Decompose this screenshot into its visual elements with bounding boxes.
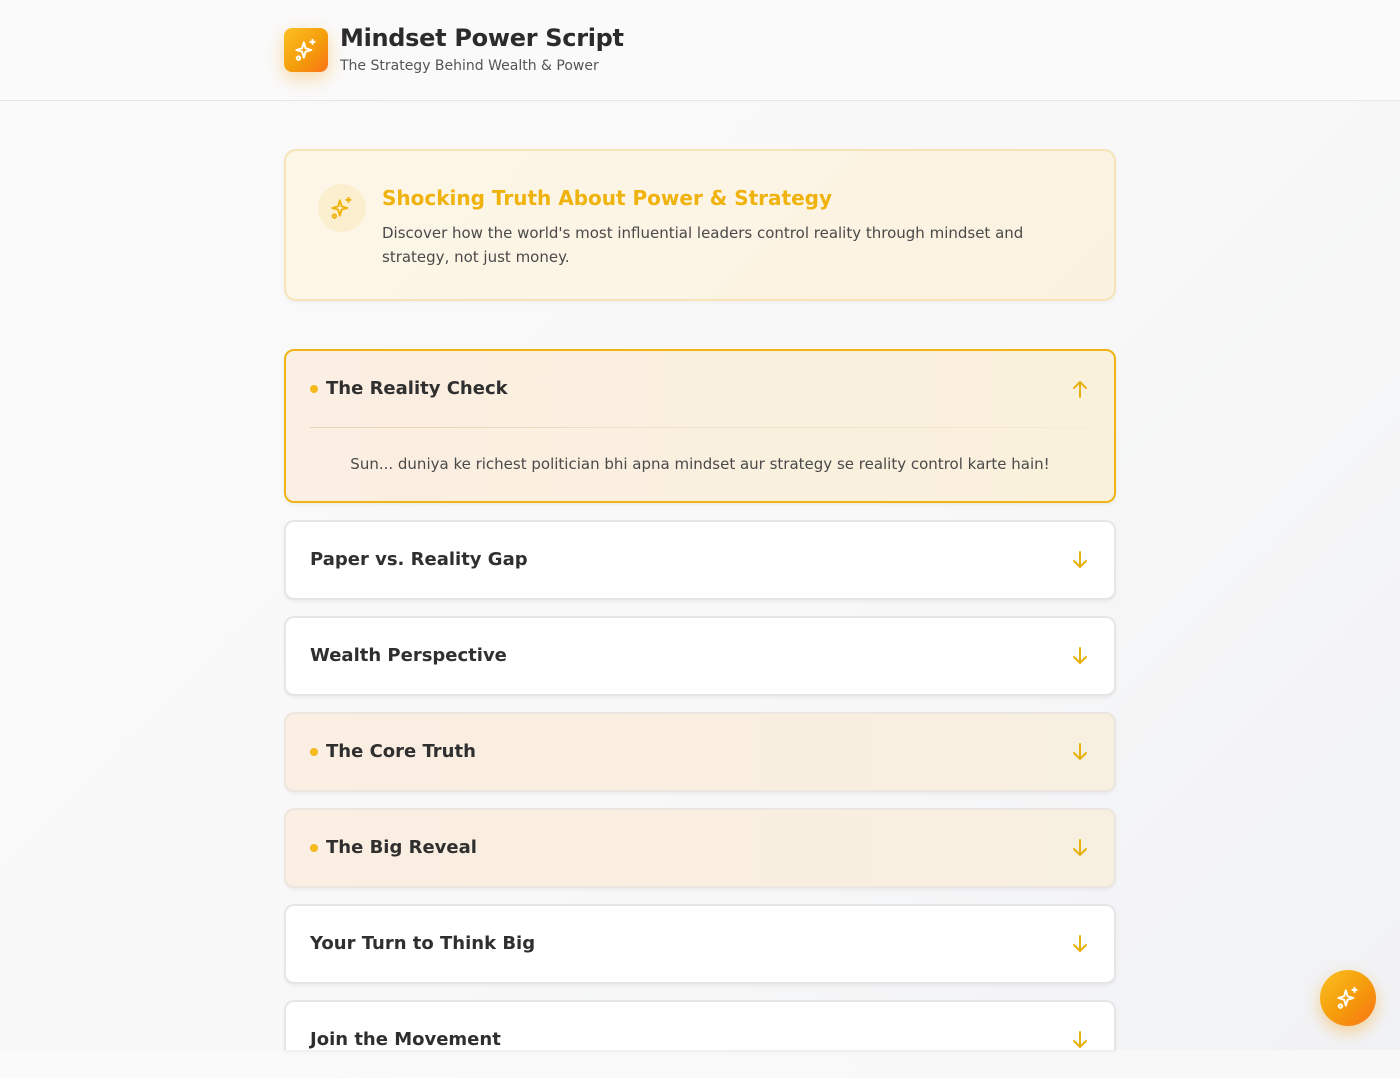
sparkles-icon (1337, 986, 1358, 1009)
arrow-down-icon[interactable] (1070, 933, 1090, 955)
arrow-down-icon[interactable] (1070, 741, 1090, 763)
section-paper-vs-reality[interactable]: Paper vs. Reality Gap (284, 520, 1116, 600)
intro-text: Discover how the world's most influentia… (382, 224, 1024, 266)
arrow-down-icon[interactable] (1070, 645, 1090, 667)
section-header[interactable]: Wealth Perspective (286, 618, 1114, 694)
section-title: Join the Movement (310, 1029, 501, 1050)
arrow-down-icon[interactable] (1070, 837, 1090, 859)
section-title: Your Turn to Think Big (310, 933, 536, 954)
app-logo (284, 28, 328, 72)
sparkles-icon (295, 38, 316, 61)
section-wealth-perspective[interactable]: Wealth Perspective (284, 616, 1116, 696)
arrow-up-icon[interactable] (1070, 378, 1090, 400)
section-join-movement[interactable]: Join the Movement (284, 1000, 1116, 1050)
intro-icon-badge (318, 184, 366, 232)
intro-card: Shocking Truth About Power & Strategy Di… (284, 149, 1116, 301)
section-think-big[interactable]: Your Turn to Think Big (284, 904, 1116, 984)
section-divider (310, 427, 1090, 428)
floating-action-button[interactable] (1320, 970, 1376, 1026)
section-title: The Big Reveal (326, 837, 477, 858)
section-header[interactable]: The Core Truth (286, 714, 1114, 790)
section-header[interactable]: The Big Reveal (286, 810, 1114, 886)
section-body: Sun... duniya ke richest politician bhi … (350, 455, 1050, 473)
section-core-truth[interactable]: The Core Truth (284, 712, 1116, 792)
app-title: Mindset Power Script (340, 24, 624, 52)
section-reality-check[interactable]: The Reality Check Sun... duniya ke riche… (284, 349, 1116, 503)
section-title: Paper vs. Reality Gap (310, 549, 528, 570)
intro-title: Shocking Truth About Power & Strategy (382, 186, 832, 210)
section-title: The Core Truth (326, 741, 476, 762)
highlight-dot (310, 385, 318, 393)
highlight-dot (310, 844, 318, 852)
section-big-reveal[interactable]: The Big Reveal (284, 808, 1116, 888)
sparkles-icon (331, 196, 352, 219)
section-header[interactable]: Paper vs. Reality Gap (286, 522, 1114, 598)
section-header[interactable]: The Reality Check (286, 351, 1114, 427)
app-header: Mindset Power Script The Strategy Behind… (0, 0, 1400, 101)
highlight-dot (310, 748, 318, 756)
app-subtitle: The Strategy Behind Wealth & Power (340, 58, 599, 74)
section-header[interactable]: Your Turn to Think Big (286, 906, 1114, 982)
arrow-down-icon[interactable] (1070, 549, 1090, 571)
section-header[interactable]: Join the Movement (286, 1002, 1114, 1078)
section-title: Wealth Perspective (310, 645, 507, 666)
arrow-down-icon[interactable] (1070, 1029, 1090, 1051)
section-title: The Reality Check (326, 378, 508, 399)
